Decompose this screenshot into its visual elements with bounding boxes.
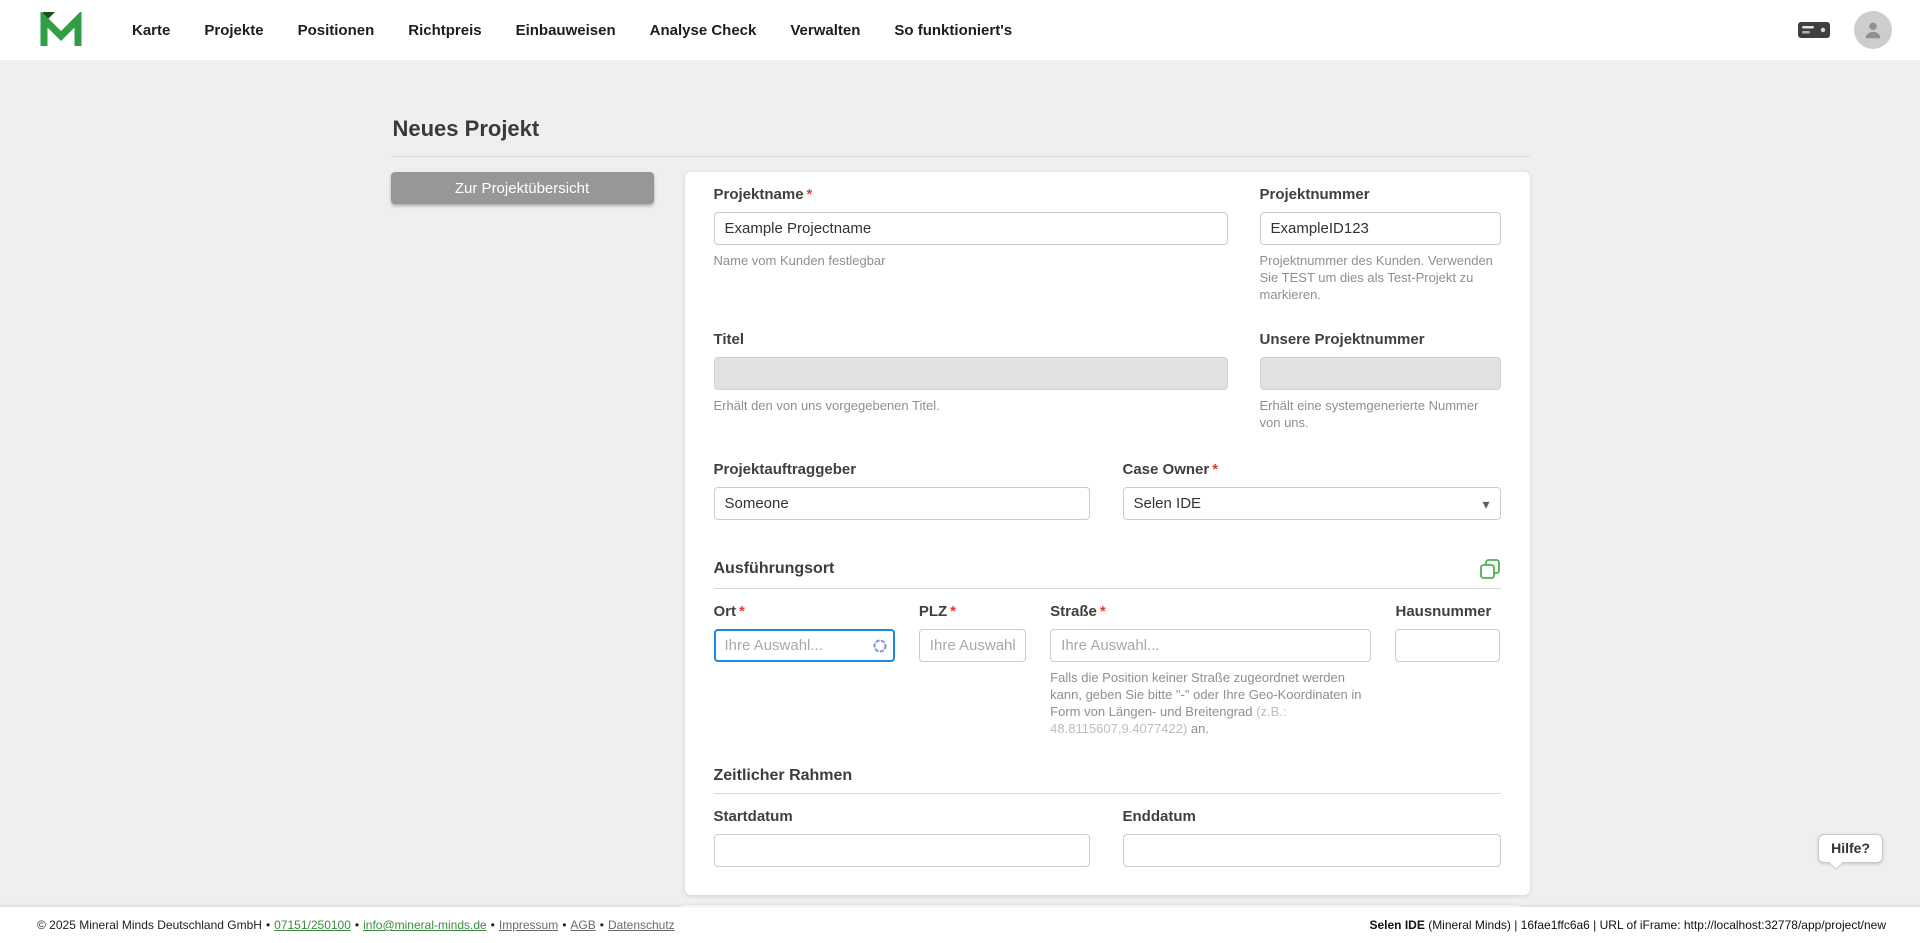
footer-agb-link[interactable]: AGB (570, 918, 595, 932)
required-asterisk: * (1212, 461, 1218, 478)
mineral-minds-logo[interactable] (40, 12, 82, 48)
new-project-card: Projektname* Name vom Kunden festlegbar … (685, 172, 1530, 895)
top-navigation: Karte Projekte Positionen Richtpreis Ein… (0, 0, 1920, 60)
duplicate-location-icon[interactable] (1479, 558, 1501, 580)
startdatum-input[interactable] (714, 834, 1090, 867)
strasse-helper: Falls die Position keiner Straße zugeord… (1050, 669, 1371, 737)
footer-datenschutz-link[interactable]: Datenschutz (608, 918, 675, 932)
required-asterisk: * (807, 186, 813, 203)
nav-item-richtpreis[interactable]: Richtpreis (408, 22, 481, 39)
startdatum-label: Startdatum (714, 808, 1090, 826)
person-icon (1862, 19, 1884, 41)
page-title: Neues Projekt (393, 116, 1530, 142)
plz-input[interactable] (919, 629, 1026, 662)
case-owner-label: Case Owner* (1123, 461, 1501, 479)
nav-item-verwalten[interactable]: Verwalten (790, 22, 860, 39)
footer: © 2025 Mineral Minds Deutschland GmbH • … (0, 907, 1920, 943)
hausnummer-input[interactable] (1395, 629, 1500, 662)
server-icon[interactable] (1798, 19, 1830, 41)
main-menu: Karte Projekte Positionen Richtpreis Ein… (132, 22, 1012, 39)
titel-label: Titel (714, 331, 1228, 349)
projektauftraggeber-label: Projektauftraggeber (714, 461, 1090, 479)
projektname-input[interactable] (714, 212, 1228, 245)
required-asterisk: * (1100, 603, 1106, 620)
logo-m-icon (40, 12, 82, 48)
nav-item-so-funktionierts[interactable]: So funktioniert's (894, 22, 1012, 39)
footer-email-link[interactable]: info@mineral-minds.de (363, 918, 487, 932)
required-asterisk: * (950, 603, 956, 620)
unsere-projektnummer-helper: Erhält eine systemgenerierte Nummer von … (1260, 397, 1501, 431)
unsere-projektnummer-input (1260, 357, 1501, 390)
section-title-ausfuehrungsort: Ausführungsort (714, 560, 835, 578)
section-title-zeitlicher-rahmen: Zeitlicher Rahmen (714, 767, 853, 785)
enddatum-label: Enddatum (1123, 808, 1501, 826)
section-divider (714, 588, 1501, 589)
titel-helper: Erhält den von uns vorgegebenen Titel. (714, 397, 1228, 414)
loading-spinner-icon (872, 638, 888, 659)
projektname-label: Projektname* (714, 186, 1228, 204)
nav-item-karte[interactable]: Karte (132, 22, 170, 39)
titel-input (714, 357, 1228, 390)
strasse-input[interactable] (1050, 629, 1371, 662)
main-area: Neues Projekt Zur Projektübersicht Proje… (0, 60, 1920, 907)
footer-copyright: © 2025 Mineral Minds Deutschland GmbH (37, 918, 262, 932)
unsere-projektnummer-label: Unsere Projektnummer (1260, 331, 1501, 349)
nav-item-analyse-check[interactable]: Analyse Check (650, 22, 757, 39)
nav-item-einbauweisen[interactable]: Einbauweisen (516, 22, 616, 39)
strasse-label: Straße* (1050, 603, 1371, 621)
projektname-helper: Name vom Kunden festlegbar (714, 252, 1228, 269)
case-owner-value: Selen IDE (1134, 495, 1202, 512)
project-overview-button[interactable]: Zur Projektübersicht (391, 172, 654, 204)
footer-phone-link[interactable]: 07151/250100 (274, 918, 351, 932)
nav-item-positionen[interactable]: Positionen (298, 22, 375, 39)
projektauftraggeber-input[interactable] (714, 487, 1090, 520)
nav-item-projekte[interactable]: Projekte (204, 22, 263, 39)
plz-label: PLZ* (919, 603, 1026, 621)
projektnummer-helper: Projektnummer des Kunden. Verwenden Sie … (1260, 252, 1501, 303)
user-avatar[interactable] (1854, 11, 1892, 49)
help-button[interactable]: Hilfe? (1818, 834, 1883, 863)
chevron-down-icon: ▾ (1482, 497, 1489, 511)
case-owner-select[interactable]: Selen IDE ▾ (1123, 487, 1501, 520)
ort-label: Ort* (714, 603, 895, 621)
footer-session-info: Selen IDE (Mineral Minds) | 16fae1ffc6a6… (1370, 918, 1887, 932)
ort-input[interactable] (714, 629, 895, 662)
enddatum-input[interactable] (1123, 834, 1501, 867)
hausnummer-label: Hausnummer (1395, 603, 1500, 621)
footer-impressum-link[interactable]: Impressum (499, 918, 558, 932)
section-divider (714, 793, 1501, 794)
projektnummer-label: Projektnummer (1260, 186, 1501, 204)
projektnummer-input[interactable] (1260, 212, 1501, 245)
required-asterisk: * (739, 603, 745, 620)
title-divider (391, 156, 1530, 157)
